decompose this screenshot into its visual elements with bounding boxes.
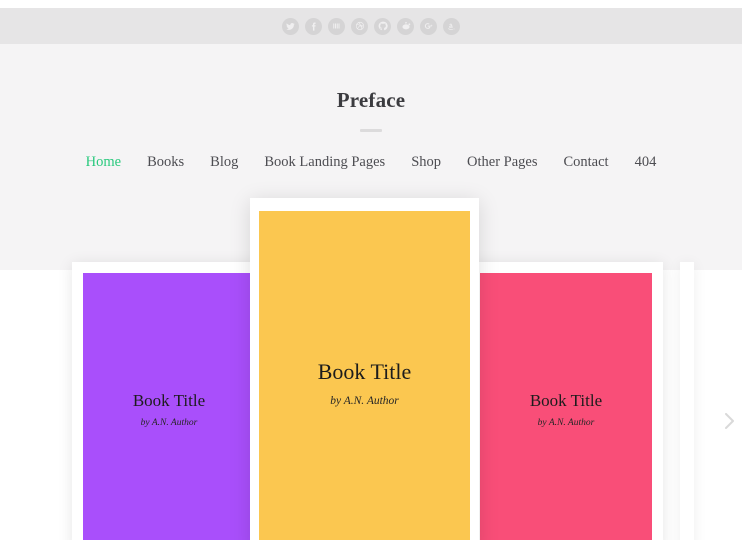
book-author: by A.N. Author [330, 395, 399, 407]
book-title: Book Title [132, 391, 206, 410]
google-plus-icon[interactable] [420, 17, 437, 35]
book-cover-left: Book Title by A.N. Author [83, 273, 255, 540]
nav-item-home[interactable]: Home [73, 154, 134, 171]
nav-item-contact[interactable]: Contact [550, 154, 621, 171]
book-cover-featured: Book Title by A.N. Author [259, 211, 470, 540]
book-author: by A.N. Author [140, 418, 198, 428]
top-strip [0, 0, 742, 8]
nav-item-shop[interactable]: Shop [398, 154, 454, 171]
book-card-featured[interactable]: Book Title by A.N. Author [250, 198, 479, 540]
twitter-icon[interactable] [282, 17, 299, 35]
dribbble-icon[interactable] [351, 17, 368, 35]
behance-icon[interactable] [328, 17, 345, 35]
book-card-right[interactable]: Book Title by A.N. Author [469, 262, 663, 540]
nav-item-blog[interactable]: Blog [197, 154, 251, 171]
main-navigation: Home Books Blog Book Landing Pages Shop … [0, 154, 742, 171]
chevron-right-icon [724, 413, 734, 429]
nav-item-books[interactable]: Books [134, 154, 197, 171]
nav-item-book-landing-pages[interactable]: Book Landing Pages [251, 154, 398, 171]
social-bar [0, 8, 742, 44]
nav-item-other-pages[interactable]: Other Pages [454, 154, 550, 171]
title-divider [360, 129, 382, 132]
book-card-left[interactable]: Book Title by A.N. Author [72, 262, 266, 540]
facebook-icon[interactable] [305, 17, 322, 35]
book-cover-right: Book Title by A.N. Author [480, 273, 652, 540]
nav-item-404[interactable]: 404 [622, 154, 670, 171]
page-title: Preface [336, 88, 406, 112]
book-carousel: Book Title by A.N. Author Book Title by … [0, 198, 742, 540]
book-author: by A.N. Author [537, 418, 595, 428]
book-title: Book Title [317, 359, 412, 384]
book-title: Book Title [529, 391, 603, 410]
amazon-icon[interactable] [443, 17, 460, 35]
carousel-next-button[interactable] [720, 408, 738, 434]
github-icon[interactable] [374, 17, 391, 35]
book-card-next-sliver[interactable] [680, 262, 694, 540]
page-root: Preface Home Books Blog Book Landing Pag… [0, 0, 742, 540]
reddit-icon[interactable] [397, 17, 414, 35]
